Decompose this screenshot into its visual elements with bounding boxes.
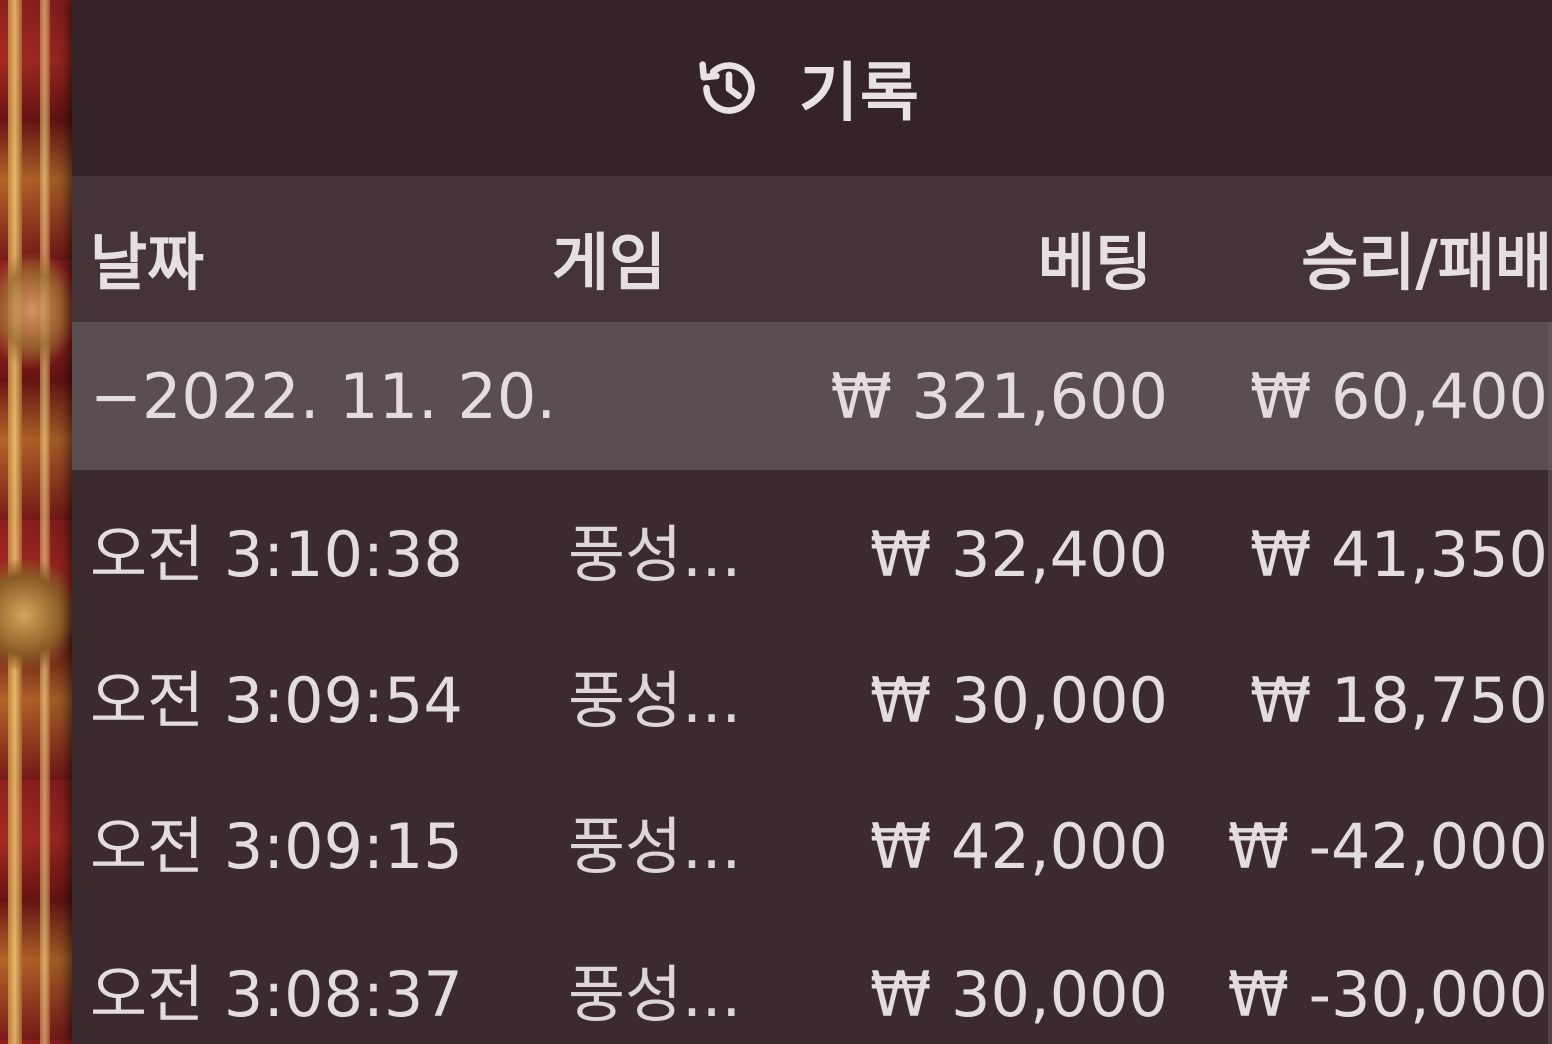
background-game-scene [0, 0, 80, 1044]
row-time: 오전 3:08:37 [90, 958, 463, 1031]
row-game: 풍성... [568, 958, 742, 1031]
row-win-loss: ₩ -30,000 [1227, 958, 1548, 1031]
row-time: 오전 3:09:15 [90, 810, 463, 883]
column-header-date[interactable]: 날짜 [90, 212, 204, 302]
history-icon [693, 52, 765, 124]
column-header-game[interactable]: 게임 [552, 212, 666, 302]
row-bet: ₩ 42,000 [870, 810, 1168, 883]
history-panel-header: 기록 [72, 0, 1552, 176]
scrollbar[interactable] [1548, 322, 1552, 1044]
row-win-loss: ₩ -42,000 [1227, 810, 1548, 883]
date-group-label: −2022. 11. 20. [90, 360, 557, 433]
game-screen: 기록 날짜 게임 베팅 승리/패배 −2022. 11. 20. ₩ 321,6… [0, 0, 1552, 1044]
history-panel: 기록 날짜 게임 베팅 승리/패배 −2022. 11. 20. ₩ 321,6… [72, 0, 1552, 1044]
row-bet: ₩ 30,000 [870, 664, 1168, 737]
panel-title: 기록 [799, 57, 921, 131]
decor-gold-pillar [8, 0, 22, 1044]
row-win-loss: ₩ 41,350 [1250, 518, 1548, 591]
row-game: 풍성... [568, 518, 742, 591]
date-group-win-loss-total: ₩ 60,400 [1250, 360, 1548, 433]
table-row[interactable]: 오전 3:09:15 풍성... ₩ 42,000 ₩ -42,000 [72, 770, 1552, 916]
row-win-loss: ₩ 18,750 [1250, 664, 1548, 737]
row-time: 오전 3:09:54 [90, 664, 463, 737]
table-row[interactable]: 오전 3:08:37 풍성... ₩ 30,000 ₩ -30,000 [72, 916, 1552, 1044]
table-row[interactable]: 오전 3:09:54 풍성... ₩ 30,000 ₩ 18,750 [72, 624, 1552, 770]
decor-gold-pillar [40, 0, 50, 1044]
row-bet: ₩ 30,000 [870, 958, 1168, 1031]
row-game: 풍성... [568, 664, 742, 737]
table-row[interactable]: 오전 3:10:38 풍성... ₩ 32,400 ₩ 41,350 [72, 478, 1552, 624]
row-bet: ₩ 32,400 [870, 518, 1168, 591]
decor-table [0, 560, 80, 670]
date-group-row[interactable]: −2022. 11. 20. ₩ 321,600 ₩ 60,400 [72, 322, 1552, 470]
row-time: 오전 3:10:38 [90, 518, 463, 591]
row-game: 풍성... [568, 810, 742, 883]
column-header-bet[interactable]: 베팅 [1038, 212, 1152, 302]
table-header: 날짜 게임 베팅 승리/패배 [72, 176, 1552, 322]
decor-plant [0, 250, 80, 370]
history-title-group: 기록 [693, 42, 921, 134]
column-header-win-loss[interactable]: 승리/패배 [1301, 212, 1552, 302]
date-group-bet-total: ₩ 321,600 [830, 360, 1168, 433]
